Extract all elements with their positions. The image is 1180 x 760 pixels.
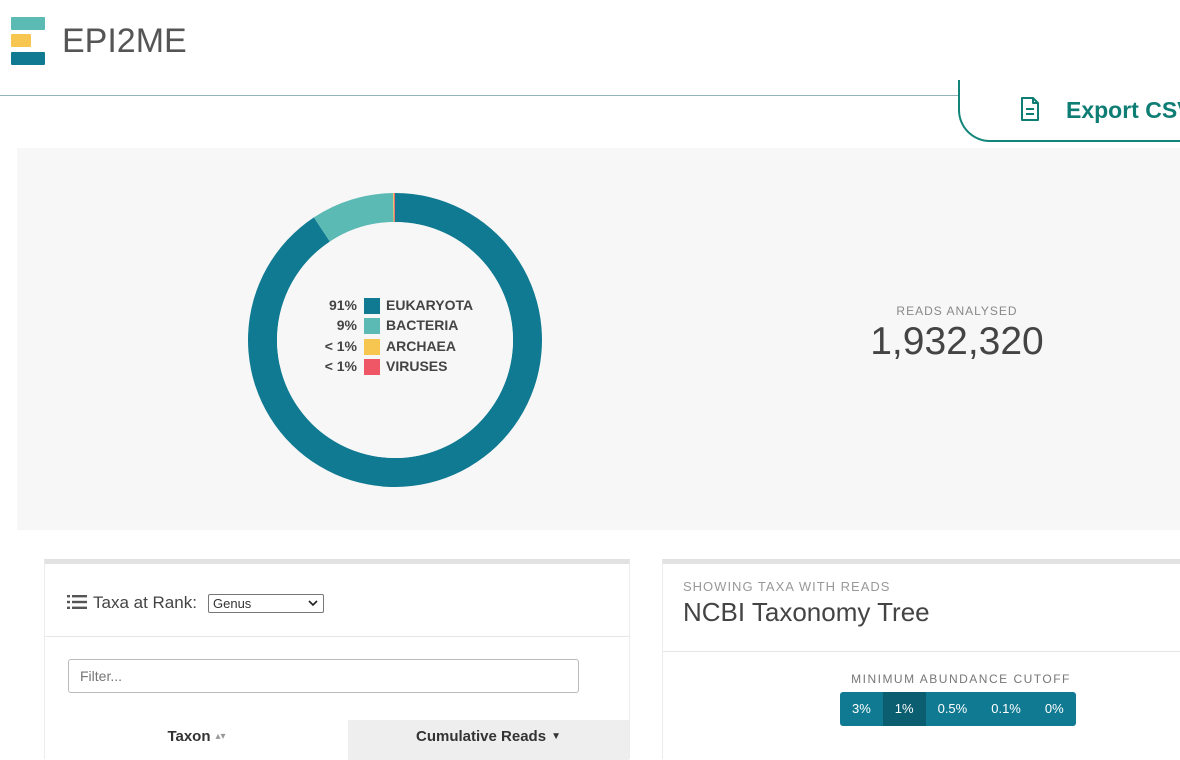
- legend-pct: 9%: [336, 317, 357, 333]
- filter-input[interactable]: [68, 659, 579, 693]
- export-csv-label: Export CSV: [1066, 97, 1180, 123]
- legend-item-eukaryota: 91% EUKARYOTA: [297, 296, 497, 316]
- legend-label: EUKARYOTA: [386, 297, 474, 313]
- column-header-label: Cumulative Reads: [416, 728, 547, 745]
- legend-swatch: [364, 359, 380, 375]
- reads-analysed-value: 1,932,320: [870, 320, 1044, 363]
- logo-bar-top: [11, 17, 45, 30]
- taxa-panel-header: Taxa at Rank: Genus: [45, 564, 629, 637]
- legend-item-archaea: < 1% ARCHAEA: [297, 337, 497, 357]
- cutoff-label: MINIMUM ABUNDANCE CUTOFF: [851, 672, 1071, 686]
- legend-item-bacteria: 9% BACTERIA: [297, 316, 497, 336]
- summary-panel: 91% EUKARYOTA 9% BACTERIA < 1% ARCHAEA <…: [17, 148, 1180, 530]
- logo-bar-bottom: [11, 52, 45, 65]
- tree-panel-header: SHOWING TAXA WITH READS NCBI Taxonomy Tr…: [663, 564, 1180, 652]
- legend-label: VIRUSES: [386, 358, 448, 374]
- legend-swatch: [364, 318, 380, 334]
- rank-select[interactable]: Genus: [208, 594, 324, 613]
- logo-bar-middle: [11, 34, 31, 47]
- legend-pct: < 1%: [324, 358, 357, 374]
- list-icon: [67, 595, 87, 609]
- legend-label: BACTERIA: [386, 317, 459, 333]
- cutoff-button-3pct[interactable]: 3%: [840, 692, 883, 726]
- brand-name[interactable]: EPI2ME: [62, 22, 187, 61]
- cutoff-button-0-1pct[interactable]: 0.1%: [979, 692, 1033, 726]
- legend-label: ARCHAEA: [386, 338, 456, 354]
- taxa-panel: Taxa at Rank: Genus Taxon ▴▾ Cumulative R…: [44, 559, 630, 760]
- reads-analysed-label: READS ANALYSED: [896, 304, 1018, 318]
- cutoff-button-1pct[interactable]: 1%: [882, 692, 926, 726]
- sort-both-icon: ▴▾: [215, 731, 226, 742]
- cutoff-button-0pct[interactable]: 0%: [1032, 692, 1076, 726]
- taxonomy-tree-panel: SHOWING TAXA WITH READS NCBI Taxonomy Tr…: [662, 559, 1180, 759]
- column-header-cumulative-reads[interactable]: Cumulative Reads ▼: [348, 720, 629, 760]
- legend-pct: 91%: [328, 297, 357, 313]
- tree-subtitle: SHOWING TAXA WITH READS: [683, 579, 891, 594]
- sort-desc-icon: ▼: [551, 731, 561, 742]
- export-csv-button[interactable]: Export CSV: [958, 80, 1180, 142]
- tree-title: NCBI Taxonomy Tree: [683, 597, 930, 627]
- reads-analysed: READS ANALYSED 1,932,320: [837, 304, 1077, 364]
- legend-pct: < 1%: [324, 338, 357, 354]
- column-header-label: Taxon: [167, 728, 211, 745]
- epi2me-logo[interactable]: [11, 17, 47, 65]
- cutoff-button-0-5pct[interactable]: 0.5%: [925, 692, 980, 726]
- chevron-down-icon: [308, 600, 318, 607]
- legend-swatch: [364, 298, 380, 314]
- rank-select-value: Genus: [213, 596, 252, 611]
- document-icon: [1021, 97, 1039, 121]
- column-header-taxon[interactable]: Taxon ▴▾: [45, 720, 348, 760]
- abundance-cutoff-group: 3% 1% 0.5% 0.1% 0%: [840, 692, 1076, 726]
- taxa-at-rank-label: Taxa at Rank:: [93, 593, 197, 612]
- legend-item-viruses: < 1% VIRUSES: [297, 357, 497, 377]
- legend-swatch: [364, 339, 380, 355]
